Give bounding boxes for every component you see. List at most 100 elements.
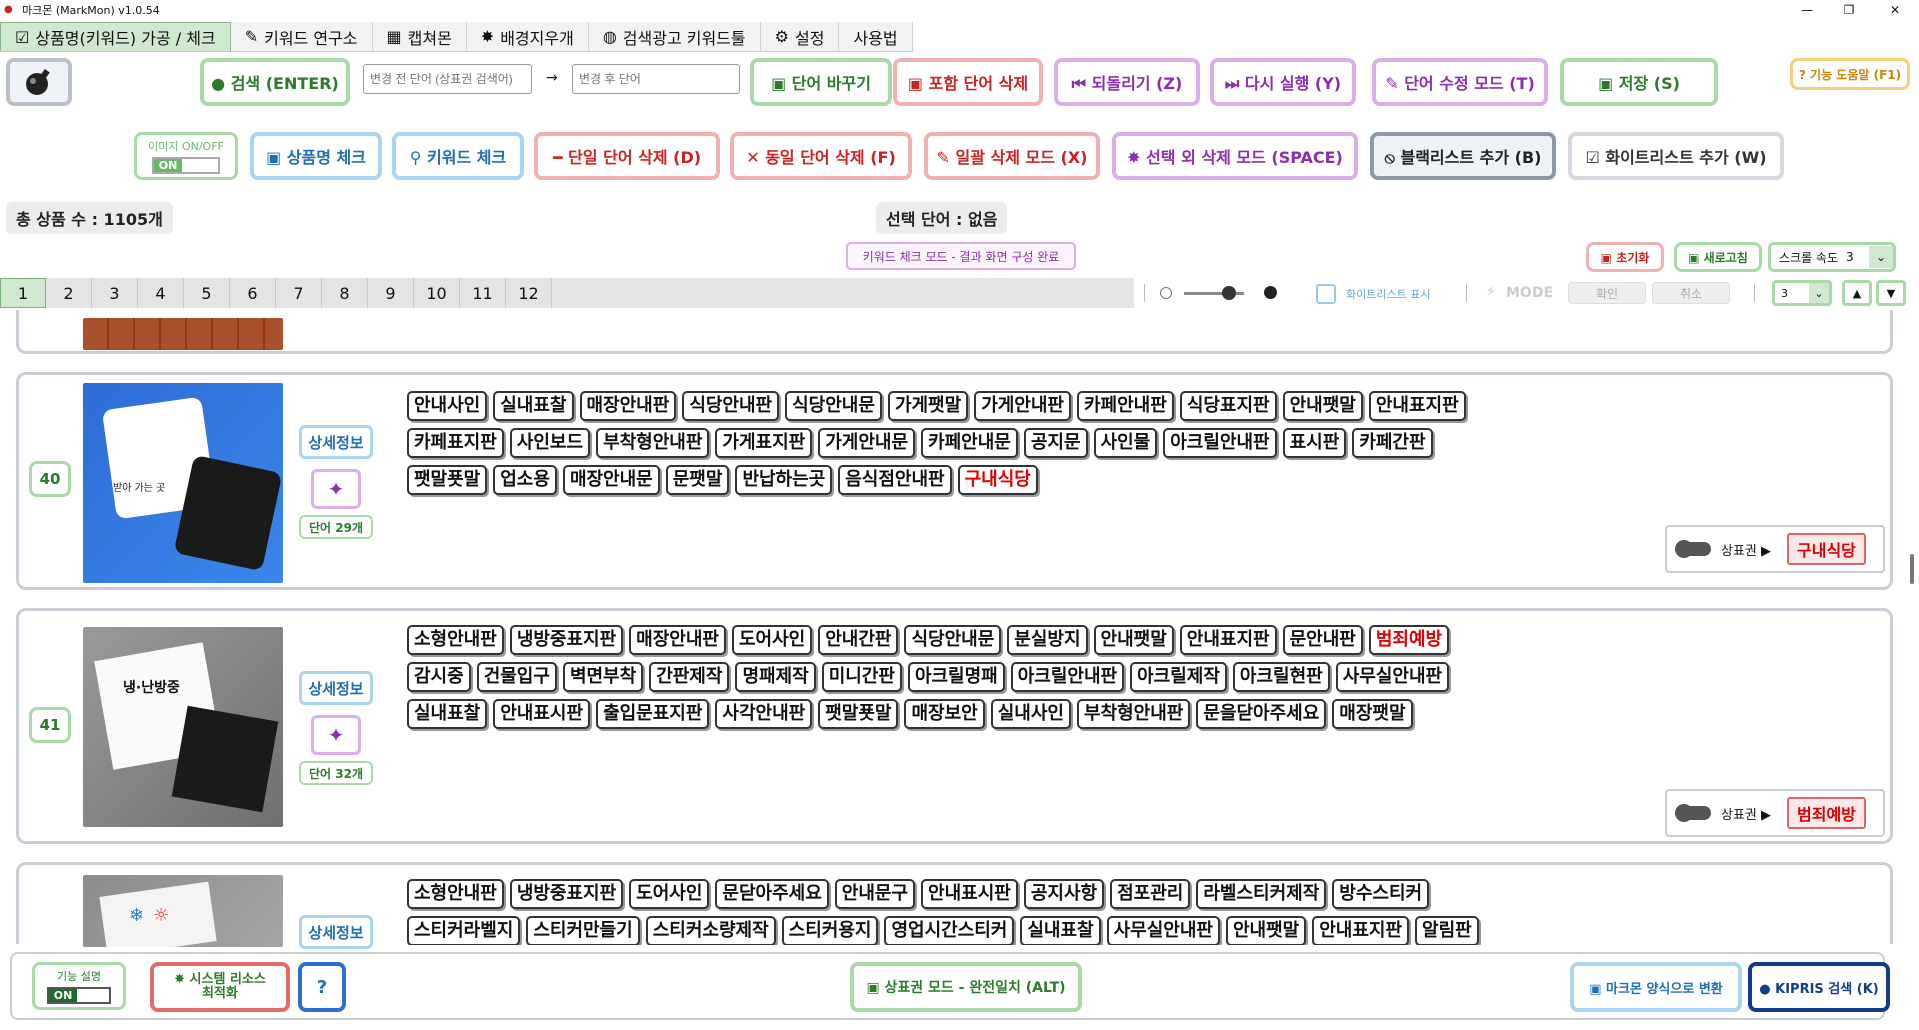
cancel-button[interactable]: 취소 — [1652, 282, 1730, 304]
keyword-chip[interactable]: 사무실안내판 — [1106, 916, 1220, 945]
keyword-chip[interactable]: 가게팻말 — [887, 391, 969, 421]
page-1[interactable]: 1 — [0, 278, 46, 308]
keyword-chip[interactable]: 도어사인 — [731, 625, 813, 655]
keyword-chip[interactable]: 표시판 — [1282, 428, 1347, 458]
scrollbar-thumb[interactable] — [1910, 554, 1914, 584]
convert-format-button[interactable]: ▣ 마크몬 양식으로 변환 — [1570, 962, 1742, 1012]
trademark-toggle[interactable] — [1675, 540, 1711, 558]
keyword-chip[interactable]: 안내사인 — [407, 391, 488, 421]
tab-keyword-lab[interactable]: ✎ 키워드 연구소 — [230, 22, 373, 51]
whitelist-add-button[interactable]: ☑ 화이트리스트 추가 (W) — [1568, 132, 1784, 180]
keyword-chip[interactable]: 영업시간스티커 — [884, 916, 1015, 945]
confirm-button[interactable]: 확인 — [1568, 282, 1646, 304]
keyword-chip[interactable]: 식당안내문 — [904, 625, 1002, 655]
keyword-chip[interactable]: 부착형안내판 — [1076, 699, 1191, 729]
feature-help-button[interactable]: ? 기능 도움말 (F1) — [1790, 58, 1910, 90]
replace-word-button[interactable]: ▣ 단어 바꾸기 — [750, 58, 892, 106]
tab-capture[interactable]: ▦ 캡쳐몬 — [372, 22, 467, 51]
delete-included-word-button[interactable]: ▣ 포함 단어 삭제 — [893, 58, 1043, 106]
page-11[interactable]: 11 — [460, 278, 506, 308]
sparkle-button[interactable]: ✦ — [311, 469, 361, 509]
keyword-chip[interactable]: 안내팻말 — [1282, 391, 1363, 421]
close-button[interactable]: ✕ — [1872, 0, 1918, 20]
keyword-chip[interactable]: 문안내판 — [1282, 625, 1363, 655]
keyword-chip[interactable]: 안내문구 — [834, 879, 916, 909]
keyword-chip[interactable]: 매장안내판 — [629, 625, 726, 655]
keyword-chip[interactable]: 매장안내판 — [579, 391, 677, 421]
keyword-chip[interactable]: 구내식당 — [957, 465, 1038, 495]
keyword-chip[interactable]: 음식점안내판 — [838, 465, 952, 495]
keyword-chip[interactable]: 반납하는곳 — [735, 465, 833, 495]
keyword-chip[interactable]: 아크릴현판 — [1232, 662, 1330, 692]
page-8[interactable]: 8 — [322, 278, 368, 308]
keyword-chip[interactable]: 사무실안내판 — [1335, 662, 1450, 692]
same-word-delete-button[interactable]: ✕ 동일 단어 삭제 (F) — [730, 132, 912, 180]
keyword-chip[interactable]: 카페안내문 — [921, 428, 1018, 458]
keyword-chip[interactable]: 식당안내판 — [682, 391, 780, 421]
undo-button[interactable]: ⏮ 되돌리기 (Z) — [1054, 58, 1200, 106]
keyword-chip[interactable]: 사인물 — [1093, 428, 1158, 458]
keyword-chip[interactable]: 냉방중표지판 — [509, 879, 624, 909]
blacklist-add-button[interactable]: ⦸ 블랙리스트 추가 (B) — [1370, 132, 1556, 180]
tab-product-keyword[interactable]: ☑ 상품명(키워드) 가공 / 체크 — [0, 22, 231, 51]
keyword-chip[interactable]: 미니간판 — [821, 662, 902, 692]
trademark-word[interactable]: 범죄예방 — [1787, 797, 1866, 829]
kipris-search-button[interactable]: ● KIPRIS 검색 (K) — [1748, 962, 1890, 1012]
detail-info-button[interactable]: 상세정보 — [299, 425, 373, 459]
keyword-chip[interactable]: 냉방중표지판 — [509, 625, 624, 655]
keyword-chip[interactable]: 벽면부착 — [562, 662, 644, 692]
keyword-chip[interactable]: 문닫아주세요 — [715, 879, 829, 909]
save-button[interactable]: ▣ 저장 (S) — [1560, 58, 1718, 106]
keyword-chip[interactable]: 식당안내문 — [785, 391, 882, 421]
keyword-chip[interactable]: 스티커만들기 — [526, 916, 640, 945]
sparkle-button[interactable]: ✦ — [311, 715, 361, 755]
bulk-delete-mode-button[interactable]: ✎ 일괄 삭제 모드 (X) — [924, 132, 1100, 180]
keyword-chip[interactable]: 건물입구 — [476, 662, 557, 692]
minimize-button[interactable]: — — [1784, 0, 1830, 20]
page-4[interactable]: 4 — [138, 278, 184, 308]
keyword-chip[interactable]: 도어사인 — [629, 879, 710, 909]
keyword-chip[interactable]: 아크릴명패 — [907, 662, 1005, 692]
keyword-chip[interactable]: 식당표지판 — [1179, 391, 1277, 421]
page-10[interactable]: 10 — [414, 278, 460, 308]
maximize-button[interactable]: ❐ — [1826, 0, 1872, 20]
radio-small-icon[interactable] — [1160, 287, 1172, 299]
keyword-chip[interactable]: 아크릴안내판 — [1010, 662, 1125, 692]
detail-info-button[interactable]: 상세정보 — [299, 671, 373, 705]
before-word-input[interactable] — [363, 64, 532, 94]
keyword-chip[interactable]: 방수스티커 — [1332, 879, 1430, 909]
keyword-chip[interactable]: 명패제작 — [735, 662, 816, 692]
keyword-chip[interactable]: 안내팻말 — [1093, 625, 1174, 655]
keyword-chip[interactable]: 출입문표지판 — [596, 699, 710, 729]
page-7[interactable]: 7 — [276, 278, 322, 308]
detail-info-button[interactable]: 상세정보 — [299, 915, 373, 949]
keyword-chip[interactable]: 실내사인 — [990, 699, 1071, 729]
keyword-chip[interactable]: 범죄예방 — [1368, 625, 1450, 655]
keyword-chip[interactable]: 실내표찰 — [407, 699, 488, 729]
scroll-up-button[interactable]: ▲ — [1842, 280, 1872, 306]
keyword-chip[interactable]: 아크릴안내판 — [1163, 428, 1277, 458]
except-selected-delete-button[interactable]: ✸ 선택 외 삭제 모드 (SPACE) — [1112, 132, 1358, 180]
trademark-toggle[interactable] — [1675, 804, 1711, 822]
keyword-chip[interactable]: 안내간판 — [818, 625, 899, 655]
keyword-chip[interactable]: 매장보안 — [904, 699, 985, 729]
question-button[interactable]: ? — [298, 962, 346, 1012]
keyword-chip[interactable]: 스티커라벨지 — [407, 916, 521, 945]
keyword-chip[interactable]: 매장안내문 — [562, 465, 660, 495]
page-9[interactable]: 9 — [368, 278, 414, 308]
keyword-chip[interactable]: 부착형안내판 — [596, 428, 710, 458]
radio-large-icon[interactable] — [1264, 286, 1277, 299]
scroll-speed-select[interactable]: 스크롤 속도 3 ⌄ — [1768, 242, 1896, 272]
keyword-chip[interactable]: 아크릴제작 — [1130, 662, 1227, 692]
keyword-chip[interactable]: 가게안내문 — [818, 428, 916, 458]
page-count-select[interactable]: 3 ⌄ — [1772, 280, 1832, 306]
keyword-chip[interactable]: 안내팻말 — [1225, 916, 1307, 945]
trademark-mode-button[interactable]: ▣ 상표권 모드 - 완전일치 (ALT) — [850, 962, 1082, 1012]
keyword-chip[interactable]: 안내표지판 — [1312, 916, 1410, 945]
keyword-check-button[interactable]: ⚲ 키워드 체크 — [392, 132, 524, 180]
single-word-delete-button[interactable]: ━ 단일 단어 삭제 (D) — [534, 132, 720, 180]
keyword-chip[interactable]: 문을닫아주세요 — [1196, 699, 1327, 729]
bomb-button[interactable] — [6, 58, 72, 106]
keyword-chip[interactable]: 간판제작 — [649, 662, 730, 692]
keyword-chip[interactable]: 업소용 — [493, 465, 557, 495]
